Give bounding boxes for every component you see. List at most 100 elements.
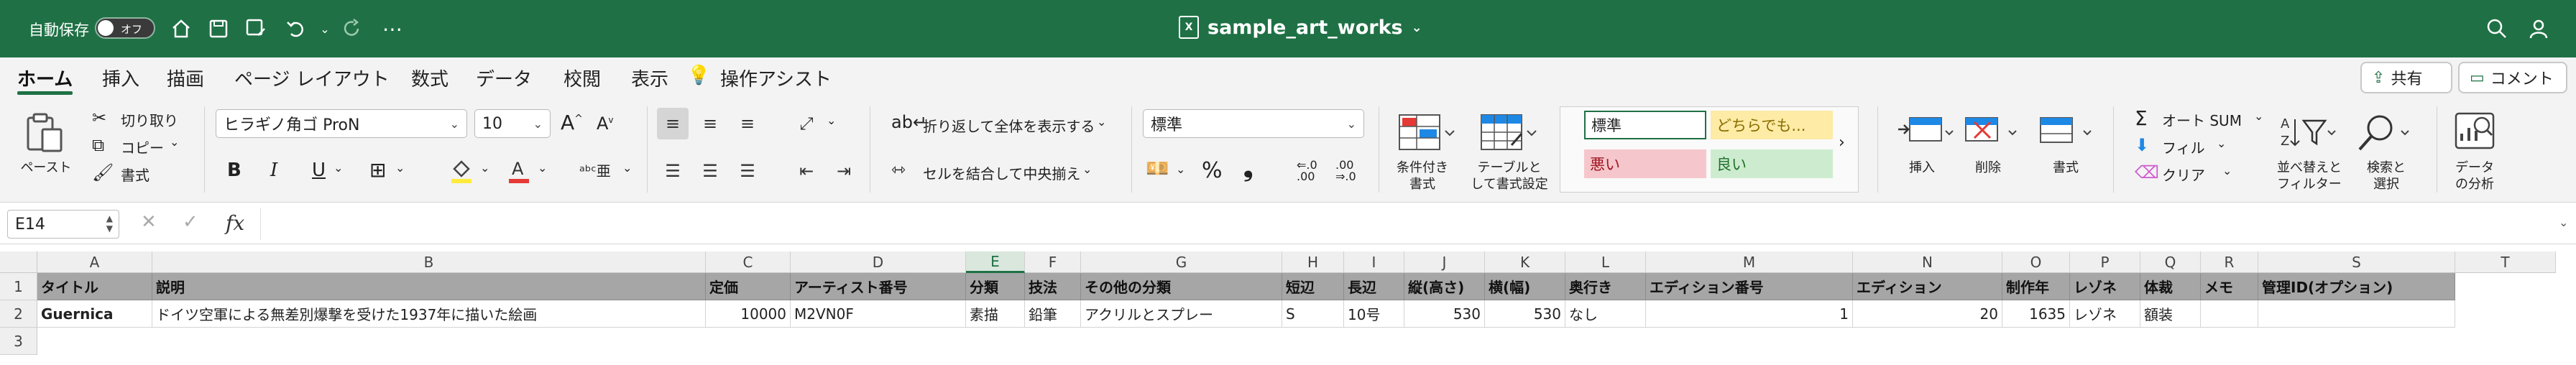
cell-K2[interactable]: 530 <box>1485 300 1565 328</box>
underline-dropdown-icon[interactable]: ⌄ <box>334 161 343 175</box>
phonetic-icon[interactable]: ᵃᵇᶜ亜 <box>579 160 611 180</box>
format-as-table-label[interactable]: テーブルと して書式設定 <box>1466 160 1552 193</box>
cell-D1[interactable]: アーティスト番号 <box>791 273 966 300</box>
cell-N1[interactable]: エディション <box>1853 273 2002 300</box>
delete-cells-icon[interactable] <box>1956 111 2021 154</box>
column-header-R[interactable]: R <box>2201 251 2258 273</box>
cell-P1[interactable]: レゾネ <box>2070 273 2140 300</box>
document-title[interactable]: X sample_art_works ⌄ <box>1179 16 1422 39</box>
cut-label[interactable]: 切り取り <box>121 109 178 130</box>
select-all-corner[interactable] <box>0 251 37 273</box>
cell-A2[interactable]: Guernica <box>37 300 152 328</box>
cell-C1[interactable]: 定価 <box>706 273 791 300</box>
align-left-icon[interactable]: ☰ <box>657 155 689 187</box>
cell-P2[interactable]: レゾネ <box>2070 300 2140 328</box>
fill-color-dropdown-icon[interactable]: ⌄ <box>480 161 489 175</box>
font-name-select[interactable]: ヒラギノ角ゴ ProN ⌄ <box>216 109 467 138</box>
fill-down-icon[interactable]: ⬇ <box>2135 135 2149 155</box>
cell-K1[interactable]: 横(幅) <box>1485 273 1565 300</box>
cell-C2[interactable]: 10000 <box>706 300 791 328</box>
cell-B2[interactable]: ドイツ空軍による無差別爆撃を受けた1937年に描いた絵画 <box>152 300 706 328</box>
align-right-icon[interactable]: ☰ <box>732 155 763 187</box>
cell-S2[interactable] <box>2258 300 2455 328</box>
column-header-S[interactable]: S <box>2258 251 2455 273</box>
style-normal[interactable]: 標準 <box>1584 111 1706 139</box>
cell-L1[interactable]: 奥行き <box>1565 273 1646 300</box>
tab-insert[interactable]: 挿入 <box>102 65 139 93</box>
cell-E2[interactable]: 素描 <box>966 300 1025 328</box>
insert-function-icon[interactable]: fx <box>226 211 244 235</box>
copy-label[interactable]: コピー <box>121 137 164 157</box>
column-header-N[interactable]: N <box>1853 251 2002 273</box>
search-icon[interactable] <box>2483 14 2511 43</box>
sort-filter-label[interactable]: 並べ替えと フィルター <box>2270 160 2349 193</box>
account-icon[interactable] <box>2524 14 2553 43</box>
column-header-H[interactable]: H <box>1282 251 1344 273</box>
name-box-stepper-icon[interactable]: ▲ ▼ <box>106 213 113 234</box>
save-as-icon[interactable] <box>242 14 270 43</box>
increase-decimal-icon[interactable]: ⇐.0.00 <box>1297 160 1317 182</box>
cancel-icon[interactable]: ✕ <box>141 211 157 233</box>
decrease-decimal-icon[interactable]: .00 ⇒.0 <box>1335 160 1356 182</box>
column-header-T[interactable]: T <box>2455 251 2556 273</box>
wrap-text-label[interactable]: 折り返して全体を表示する <box>923 115 1095 136</box>
share-button[interactable]: ⇪ 共有 <box>2360 62 2452 93</box>
cell-E1[interactable]: 分類 <box>966 273 1025 300</box>
sort-filter-icon[interactable]: AZ <box>2276 111 2340 154</box>
cell-O2[interactable]: 1635 <box>2002 300 2070 328</box>
format-painter-label[interactable]: 書式 <box>121 164 150 185</box>
wrap-text-dropdown-icon[interactable]: ⌄ <box>1097 115 1106 129</box>
name-box[interactable]: E14 ▲ ▼ <box>7 210 119 239</box>
font-color-icon[interactable]: A <box>503 157 535 185</box>
column-header-J[interactable]: J <box>1404 251 1485 273</box>
autosum-dropdown-icon[interactable]: ⌄ <box>2254 109 2263 123</box>
italic-button[interactable]: I <box>270 160 277 181</box>
column-header-D[interactable]: D <box>791 251 966 273</box>
column-header-L[interactable]: L <box>1565 251 1646 273</box>
decrease-indent-icon[interactable]: ⇤ <box>791 155 822 187</box>
paste-label[interactable]: ペースト <box>10 160 82 176</box>
analyze-data-icon[interactable] <box>2450 109 2500 152</box>
font-color-dropdown-icon[interactable]: ⌄ <box>538 161 547 175</box>
comments-button[interactable]: ▭ コメント <box>2458 62 2567 93</box>
find-select-icon[interactable] <box>2352 111 2416 154</box>
underline-button[interactable]: U <box>312 160 326 181</box>
column-header-E[interactable]: E <box>966 251 1025 273</box>
merge-dropdown-icon[interactable]: ⌄ <box>1082 162 1092 176</box>
clear-label[interactable]: クリア <box>2162 164 2205 185</box>
row-header-3[interactable]: 3 <box>0 328 37 355</box>
decrease-font-size-icon[interactable]: Av <box>597 114 614 134</box>
clear-dropdown-icon[interactable]: ⌄ <box>2222 164 2232 177</box>
cell-D2[interactable]: M2VN0F <box>791 300 966 328</box>
analyze-data-label[interactable]: データ の分析 <box>2442 160 2507 193</box>
eraser-icon[interactable]: ⌫ <box>2135 162 2159 182</box>
font-size-select[interactable]: 10 ⌄ <box>474 109 551 138</box>
format-cells-icon[interactable] <box>2031 111 2096 154</box>
tab-home[interactable]: ホーム <box>17 65 73 95</box>
cell-J1[interactable]: 縦(高さ) <box>1404 273 1485 300</box>
percent-button[interactable]: % <box>1202 158 1223 183</box>
formula-expand-icon[interactable]: ⌄ <box>2559 216 2568 229</box>
column-header-K[interactable]: K <box>1485 251 1565 273</box>
cell-Q1[interactable]: 体裁 <box>2140 273 2201 300</box>
increase-font-size-icon[interactable]: A^ <box>561 111 583 134</box>
cell-I2[interactable]: 10号 <box>1344 300 1404 328</box>
bold-button[interactable]: B <box>227 160 242 181</box>
align-middle-icon[interactable]: ≡ <box>694 108 726 139</box>
cell-M1[interactable]: エディション番号 <box>1646 273 1853 300</box>
tab-tell-me[interactable]: 操作アシスト <box>720 65 832 93</box>
copy-icon[interactable]: ⧉ <box>92 135 104 155</box>
redo-icon[interactable] <box>338 14 367 43</box>
cell-O1[interactable]: 制作年 <box>2002 273 2070 300</box>
scissors-icon[interactable]: ✂ <box>92 108 106 128</box>
enter-icon[interactable]: ✓ <box>183 211 198 233</box>
tab-data[interactable]: データ <box>476 65 532 93</box>
tab-formulas[interactable]: 数式 <box>411 65 448 93</box>
save-icon[interactable] <box>204 14 233 43</box>
tab-page-layout[interactable]: ページ レイアウト <box>234 65 390 93</box>
undo-icon[interactable] <box>282 14 310 43</box>
insert-cells-icon[interactable] <box>1893 111 1958 154</box>
fill-label[interactable]: フィル <box>2162 137 2205 157</box>
formula-input[interactable] <box>260 208 2553 240</box>
cell-R2[interactable] <box>2201 300 2258 328</box>
